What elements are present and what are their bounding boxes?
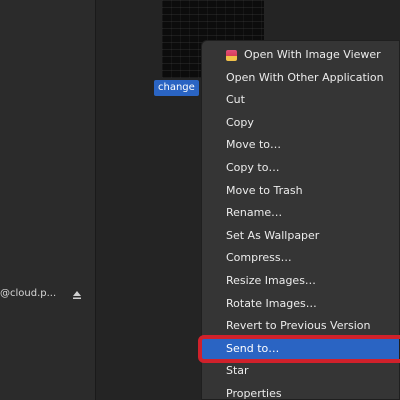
menu-item-properties[interactable]: Properties xyxy=(202,383,399,400)
image-viewer-icon xyxy=(226,50,237,61)
menu-item-star[interactable]: Star xyxy=(202,360,399,383)
menu-item-open-with-image-viewer[interactable]: Open With Image Viewer xyxy=(202,44,399,67)
menu-item-send-to[interactable]: Send to… xyxy=(198,334,400,363)
file-name-label[interactable]: change xyxy=(154,80,199,96)
sidebar-item-cloud-account[interactable]: @cloud.p... xyxy=(0,285,96,307)
menu-item-rename[interactable]: Rename… xyxy=(202,202,399,225)
menu-item-move-to-trash[interactable]: Move to Trash xyxy=(202,180,399,203)
eject-icon[interactable] xyxy=(72,290,82,300)
sidebar: @cloud.p... xyxy=(0,0,96,400)
menu-item-copy-to[interactable]: Copy to… xyxy=(202,157,399,180)
menu-item-copy[interactable]: Copy xyxy=(202,112,399,135)
menu-item-label: Open With Image Viewer xyxy=(244,48,381,61)
menu-item-move-to[interactable]: Move to… xyxy=(202,134,399,157)
sidebar-item-label: @cloud.p... xyxy=(0,288,57,299)
menu-item-rotate-images[interactable]: Rotate Images… xyxy=(202,293,399,316)
context-menu: Open With Image Viewer Open With Other A… xyxy=(198,40,400,400)
menu-item-compress[interactable]: Compress… xyxy=(202,247,399,270)
menu-item-open-with-other-application[interactable]: Open With Other Application xyxy=(202,67,399,90)
menu-item-resize-images[interactable]: Resize Images… xyxy=(202,270,399,293)
menu-item-set-as-wallpaper[interactable]: Set As Wallpaper xyxy=(202,225,399,248)
menu-item-cut[interactable]: Cut xyxy=(202,89,399,112)
